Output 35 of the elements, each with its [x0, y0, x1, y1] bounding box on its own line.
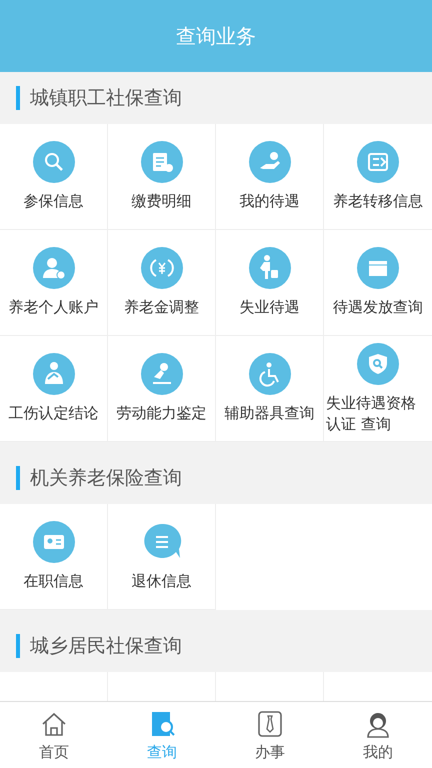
- menu-tile[interactable]: 工伤认定结论: [0, 336, 108, 442]
- menu-tile[interactable]: 缴费明细: [108, 124, 216, 230]
- menu-tile[interactable]: 养老个人账户: [0, 230, 108, 336]
- stamp-icon: [140, 353, 182, 395]
- menu-tile[interactable]: 劳动能力鉴定: [108, 336, 216, 442]
- menu-tile[interactable]: 待遇发放查询: [324, 230, 432, 336]
- document-icon: [140, 141, 182, 183]
- menu-tile[interactable]: 失业待遇: [216, 230, 324, 336]
- menu-tile[interactable]: 失业待遇资格认证 查询: [324, 336, 432, 442]
- injured-person-icon: [32, 353, 74, 395]
- tab[interactable]: 首页: [0, 702, 108, 768]
- person-icon: [32, 247, 74, 289]
- section-title: 城乡居民社保查询: [30, 634, 182, 659]
- box-icon: [357, 247, 399, 289]
- menu-tile[interactable]: 辅助器具查询: [216, 336, 324, 442]
- tab[interactable]: 办事: [216, 702, 324, 768]
- tab[interactable]: 我的: [324, 702, 432, 768]
- transfer-icon: [357, 141, 399, 183]
- magnifier-icon: [32, 141, 74, 183]
- yuan-icon: [140, 247, 182, 289]
- id-card-icon: [32, 521, 74, 563]
- wheelchair-icon: [248, 353, 290, 395]
- menu-tile[interactable]: 在职信息: [0, 504, 108, 610]
- menu-tile[interactable]: 养老转移信息: [324, 124, 432, 230]
- section-title: 城镇职工社保查询: [30, 86, 182, 111]
- tie-icon: [255, 708, 285, 738]
- menu-tile[interactable]: 退休信息: [108, 504, 216, 610]
- hand-coin-icon: [248, 141, 290, 183]
- page-title: 查询业务: [176, 22, 256, 50]
- menu-tile[interactable]: 养老金调整: [108, 230, 216, 336]
- walking-person-icon: [248, 247, 290, 289]
- menu-tile[interactable]: 我的待遇: [216, 124, 324, 230]
- menu-tile[interactable]: 参保信息: [0, 124, 108, 230]
- shield-icon: [357, 342, 399, 384]
- section-title: 机关养老保险查询: [30, 466, 182, 491]
